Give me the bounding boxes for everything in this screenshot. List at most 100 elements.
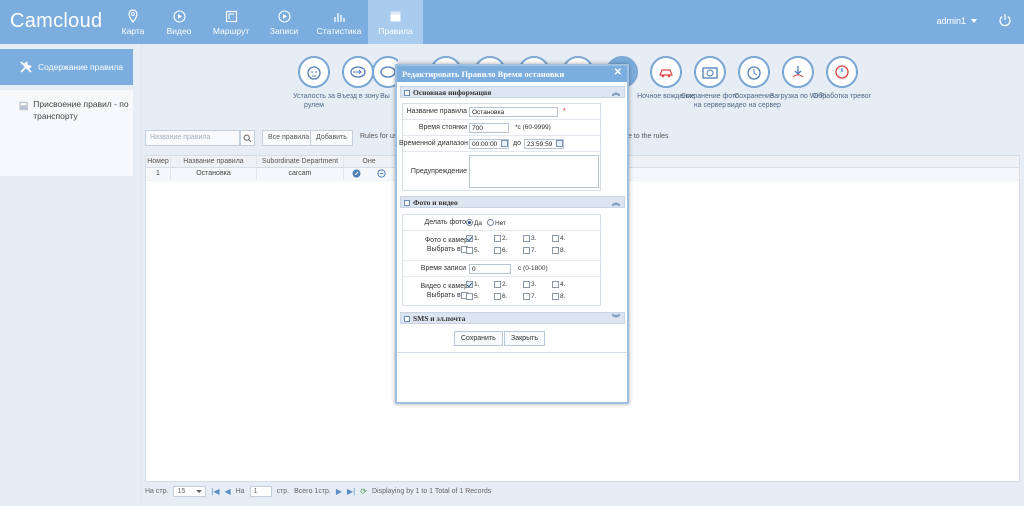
- photo-cam-1-checkbox[interactable]: [466, 235, 473, 242]
- main-nav: Карта Видео Маршрут Записи Статистика Пр…: [112, 0, 423, 44]
- video-cam-1-checkbox[interactable]: [466, 281, 473, 288]
- radio-no[interactable]: [487, 219, 494, 226]
- section-title: Фото и видео: [413, 198, 458, 207]
- rule-type-label: Вы: [380, 93, 390, 100]
- section-icon: [404, 316, 410, 322]
- all-rules-button[interactable]: Все правила: [262, 130, 316, 146]
- nav-rules[interactable]: Правила: [368, 0, 423, 44]
- refresh-icon[interactable]: ⟳: [360, 487, 367, 496]
- video-cam-5-checkbox[interactable]: [466, 293, 473, 300]
- cam-label: 1.: [474, 281, 480, 288]
- record-time-input[interactable]: 0: [469, 264, 511, 274]
- col-number[interactable]: Номер: [146, 156, 171, 167]
- sidebar-item-assign-rules[interactable]: Присвоение правил - по транспорту: [0, 90, 133, 176]
- section-sms-email[interactable]: SMS и эл.почта ︾: [400, 312, 625, 324]
- close-button[interactable]: Закрыть: [504, 331, 545, 346]
- page-input[interactable]: 1: [249, 486, 272, 497]
- cell-department: carcam: [257, 168, 344, 180]
- user-menu[interactable]: admin1: [936, 16, 977, 26]
- stop-time-input[interactable]: 700: [469, 123, 509, 133]
- rules-delete-link[interactable]: e to the rules: [623, 130, 673, 146]
- photo-video-form: Делать фото Да Нет Фото с камер Выбрать …: [402, 214, 602, 306]
- fatigue-icon: [298, 56, 330, 88]
- power-icon[interactable]: [998, 13, 1012, 27]
- add-button[interactable]: Добавить: [310, 130, 353, 146]
- section-title: SMS и эл.почта: [413, 314, 466, 323]
- video-cam-4-checkbox[interactable]: [552, 281, 559, 288]
- nav-label: Видео: [166, 26, 192, 36]
- close-icon[interactable]: ✕: [614, 67, 622, 78]
- night-driving-icon: [650, 56, 682, 88]
- total-pages: Всего 1стр.: [294, 488, 331, 495]
- alarm-handling-icon: [826, 56, 858, 88]
- rule-name-input[interactable]: Остановка: [469, 107, 558, 117]
- expand-icon[interactable]: ︾: [612, 313, 620, 324]
- collapse-icon[interactable]: ︽: [612, 197, 620, 208]
- search-button[interactable]: [240, 130, 255, 146]
- nav-label: Записи: [269, 26, 299, 36]
- section-icon: [404, 200, 410, 206]
- collapse-icon[interactable]: ︽: [612, 87, 620, 98]
- cam-label: 5.: [474, 293, 480, 300]
- search-input[interactable]: Название правила: [145, 130, 240, 146]
- calendar-icon[interactable]: [501, 140, 508, 147]
- per-page-label: На стр.: [145, 488, 169, 495]
- next-page-icon[interactable]: ▶: [336, 487, 342, 496]
- app-logo[interactable]: Camcloud: [10, 10, 102, 33]
- nav-label: Правила: [378, 26, 413, 36]
- delete-icon[interactable]: [377, 169, 386, 178]
- photo-cam-5-checkbox[interactable]: [466, 247, 473, 254]
- section-icon: [404, 90, 410, 96]
- save-button[interactable]: Сохранить: [454, 331, 503, 346]
- video-cam-3-checkbox[interactable]: [523, 281, 530, 288]
- user-name: admin1: [936, 16, 966, 26]
- cell-operations: [344, 168, 394, 180]
- record-time-hint: с (0-1800): [518, 265, 548, 272]
- sidebar: Содержание правила Присвоение правил - п…: [0, 44, 140, 506]
- nav-label: Карта: [121, 26, 145, 36]
- photo-cam-3-checkbox[interactable]: [523, 235, 530, 242]
- nav-statistics[interactable]: Статистика: [310, 0, 368, 44]
- first-page-icon[interactable]: |◀: [211, 487, 219, 496]
- edit-rule-dialog: Редактировать Правило Время остановки ✕ …: [395, 64, 629, 404]
- play-circle-icon: [172, 10, 186, 23]
- sidebar-item-label: Содержание правила: [38, 62, 124, 72]
- photo-cam-6-checkbox[interactable]: [494, 247, 501, 254]
- radio-yes[interactable]: [466, 219, 473, 226]
- section-basic-info[interactable]: Основная информация ︽: [400, 86, 625, 98]
- video-cam-2-checkbox[interactable]: [494, 281, 501, 288]
- col-operations[interactable]: Оне: [344, 156, 394, 167]
- warning-label: Предупреждение: [410, 168, 467, 175]
- nav-video[interactable]: Видео: [154, 0, 204, 44]
- last-page-icon[interactable]: ▶|: [347, 487, 355, 496]
- warning-textarea[interactable]: [469, 155, 599, 188]
- photo-cam-8-checkbox[interactable]: [552, 247, 559, 254]
- rules-icon: [390, 11, 401, 22]
- per-page-select[interactable]: 15: [173, 486, 207, 497]
- nav-records[interactable]: Записи: [258, 0, 310, 44]
- bar-chart-icon: [333, 13, 345, 22]
- calendar-icon[interactable]: [556, 140, 563, 147]
- video-cam-8-checkbox[interactable]: [552, 293, 559, 300]
- cam-label: 1.: [474, 235, 480, 242]
- nav-route[interactable]: Маршрут: [204, 0, 258, 44]
- dialog-title: Редактировать Правило Время остановки: [402, 69, 565, 79]
- photo-cam-2-checkbox[interactable]: [494, 235, 501, 242]
- video-cam-7-checkbox[interactable]: [523, 293, 530, 300]
- video-cam-6-checkbox[interactable]: [494, 293, 501, 300]
- cam-label: 6.: [502, 293, 508, 300]
- sidebar-item-rule-content[interactable]: Содержание правила: [0, 49, 133, 85]
- section-photo-video[interactable]: Фото и видео ︽: [400, 196, 625, 208]
- prev-page-icon[interactable]: ◀: [224, 487, 230, 496]
- cell-rule-name: Остановка: [171, 168, 257, 180]
- edit-icon[interactable]: [352, 169, 361, 178]
- nav-map[interactable]: Карта: [112, 0, 154, 44]
- video-cams-label: Видео с камер: [420, 283, 468, 290]
- photo-cam-7-checkbox[interactable]: [523, 247, 530, 254]
- col-rule-name[interactable]: Название правила: [171, 156, 257, 167]
- photo-cam-4-checkbox[interactable]: [552, 235, 559, 242]
- col-department[interactable]: Subordinate Department: [257, 156, 344, 167]
- row-warning: Предупреждение: [403, 152, 602, 192]
- rule-type-alarm-handling[interactable]: Обработка тревог: [812, 56, 872, 101]
- cam-label: 3.: [531, 281, 537, 288]
